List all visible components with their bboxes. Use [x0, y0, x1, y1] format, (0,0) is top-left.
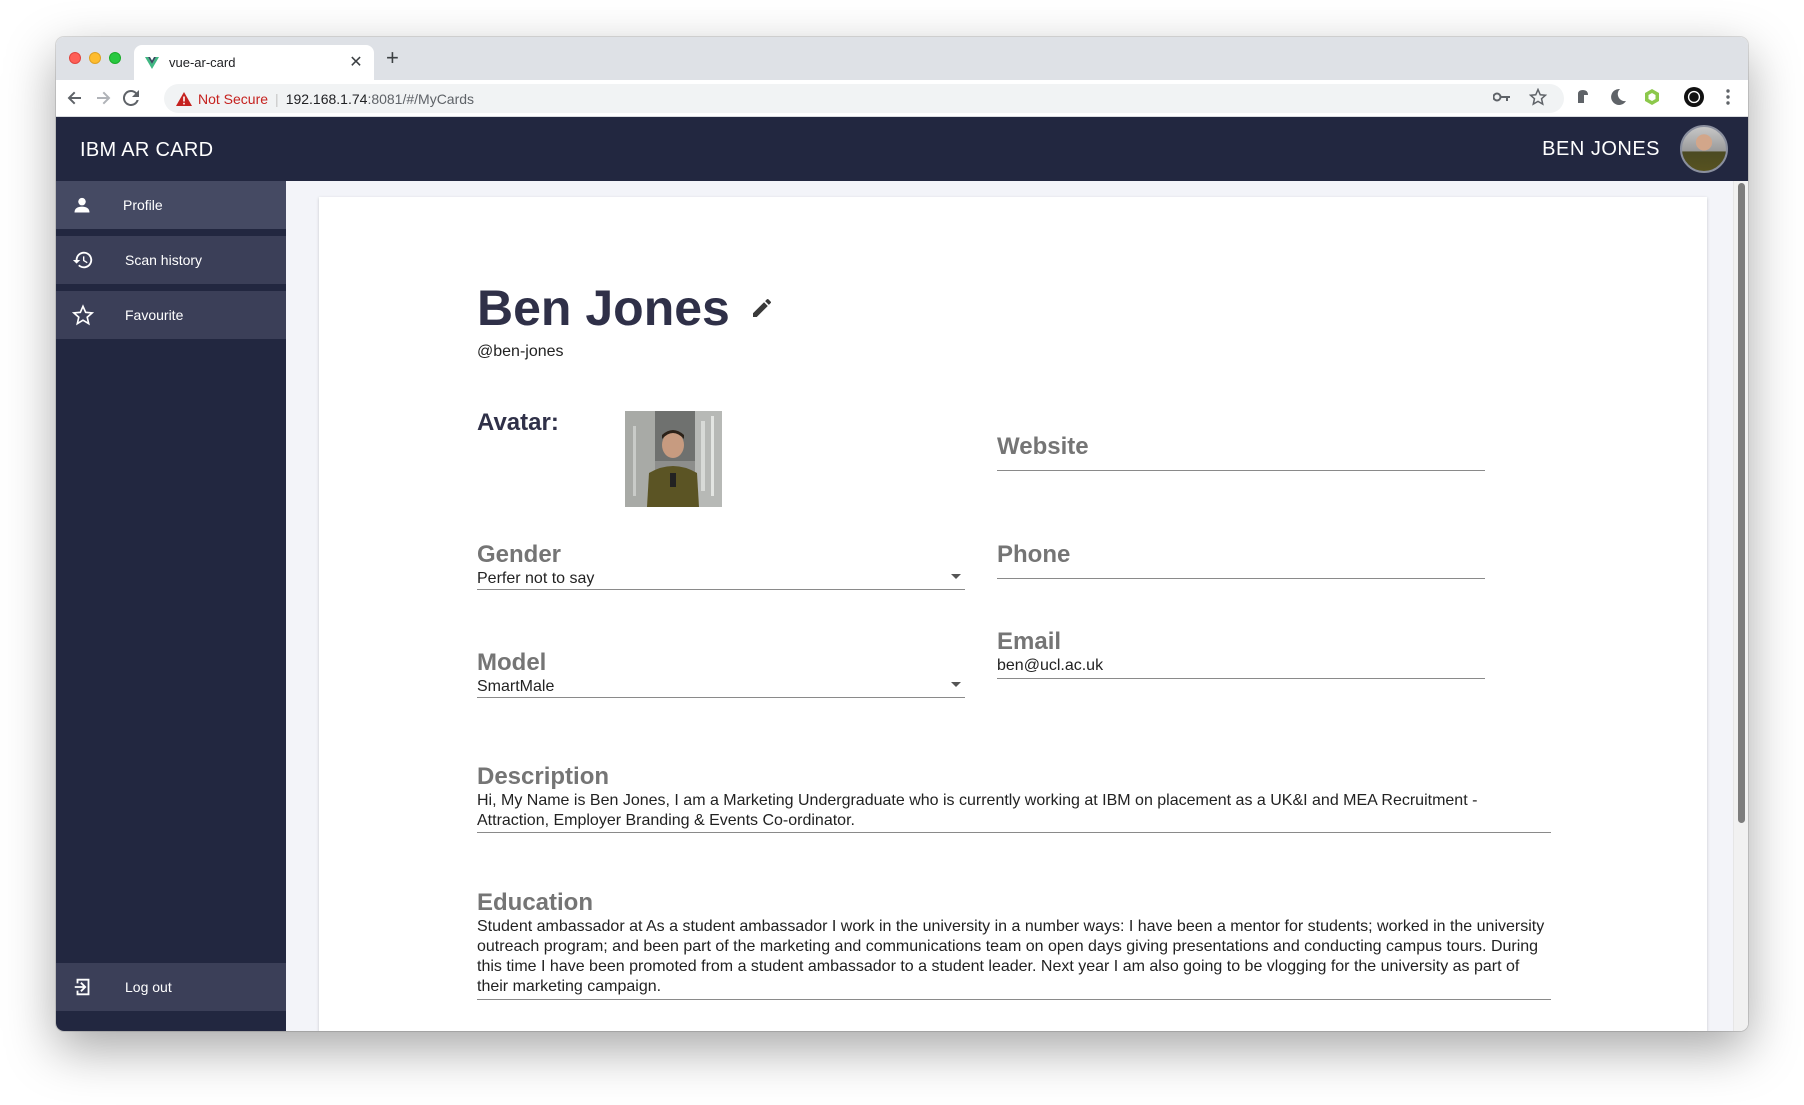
edit-pencil-icon[interactable]: [750, 296, 774, 320]
gender-select[interactable]: Gender Perfer not to say: [477, 541, 965, 590]
url-host: 192.168.1.74: [285, 90, 368, 107]
toolbar-icons: [1492, 87, 1738, 107]
website-label: Website: [997, 433, 1089, 460]
minimize-window-button[interactable]: [89, 52, 101, 64]
browser-toolbar: Not Secure | 192.168.1.74:8081/#/MyCards: [56, 80, 1748, 117]
sidebar-item-profile[interactable]: Profile: [56, 181, 286, 229]
close-window-button[interactable]: [69, 52, 81, 64]
tab-title: vue-ar-card: [169, 55, 236, 70]
vue-logo-icon: [145, 56, 159, 69]
logout-button[interactable]: Log out: [56, 963, 286, 1011]
model-value: SmartMale: [477, 678, 555, 695]
profile-avatar-icon[interactable]: [1684, 87, 1704, 107]
profile-handle: @ben-jones: [477, 343, 564, 360]
sidebar: Profile Scan history Favourite Log out: [56, 181, 286, 1031]
forward-icon[interactable]: [92, 87, 114, 109]
logout-label: Log out: [125, 979, 172, 995]
reload-icon[interactable]: [120, 87, 142, 109]
education-label: Education: [477, 889, 594, 916]
extension-icon[interactable]: [1574, 87, 1594, 107]
dark-mode-moon-icon[interactable]: [1608, 87, 1628, 107]
profile-name: Ben Jones: [477, 280, 730, 336]
description-field[interactable]: Description Hi, My Name is Ben Jones, I …: [477, 763, 1551, 833]
dropdown-arrow-icon[interactable]: [951, 682, 961, 687]
star-icon: [72, 304, 94, 326]
security-label[interactable]: Not Secure: [198, 91, 268, 107]
description-value: Hi, My Name is Ben Jones, I am a Marketi…: [477, 792, 1478, 829]
url-path: :8081/#/MyCards: [367, 90, 475, 107]
sidebar-item-label: Favourite: [125, 307, 184, 323]
sidebar-item-label: Scan history: [125, 252, 203, 268]
education-value: Student ambassador at As a student ambas…: [477, 918, 1545, 995]
browser-tab[interactable]: vue-ar-card ✕: [134, 45, 374, 80]
user-avatar[interactable]: [1680, 125, 1728, 173]
logout-icon: [74, 978, 90, 996]
sidebar-item-label: Profile: [123, 197, 163, 213]
email-value: ben@ucl.ac.uk: [997, 657, 1104, 674]
dropdown-arrow-icon[interactable]: [951, 574, 961, 579]
person-icon: [74, 197, 90, 213]
browser-window: vue-ar-card ✕ + Not Secure | 192.168.1.7…: [56, 37, 1748, 1031]
phone-field[interactable]: Phone: [997, 541, 1485, 579]
model-select[interactable]: Model SmartMale: [477, 649, 965, 698]
description-label: Description: [477, 763, 610, 790]
warning-icon: [176, 91, 192, 106]
name-row: Ben Jones: [477, 279, 774, 337]
email-label: Email: [997, 628, 1062, 655]
profile-card: Ben Jones @ben-jones Avatar: Website Gen…: [319, 197, 1707, 1031]
app-title: IBM AR CARD: [80, 139, 214, 161]
avatar-label: Avatar:: [477, 409, 559, 436]
sidebar-item-favourite[interactable]: Favourite: [56, 291, 286, 339]
app-bar: IBM AR CARD BEN JONES: [56, 117, 1748, 181]
email-field[interactable]: Email ben@ucl.ac.uk: [997, 628, 1485, 679]
main-content: Ben Jones @ben-jones Avatar: Website Gen…: [286, 181, 1733, 1031]
tab-strip: vue-ar-card ✕ +: [56, 37, 1748, 80]
page-scrollbar[interactable]: [1733, 181, 1748, 1031]
close-tab-icon[interactable]: ✕: [348, 54, 364, 71]
bookmark-star-icon[interactable]: [1528, 87, 1548, 107]
user-name[interactable]: BEN JONES: [1542, 138, 1660, 161]
key-icon[interactable]: [1492, 87, 1512, 107]
phone-label: Phone: [997, 541, 1071, 568]
menu-kebab-icon[interactable]: [1718, 87, 1738, 107]
model-label: Model: [477, 649, 547, 676]
new-tab-button[interactable]: +: [386, 47, 399, 69]
node-extension-icon[interactable]: [1642, 87, 1662, 107]
website-field[interactable]: Website: [997, 433, 1485, 471]
education-field[interactable]: Education Student ambassador at As a stu…: [477, 889, 1551, 1000]
back-icon[interactable]: [64, 87, 86, 109]
address-bar[interactable]: Not Secure | 192.168.1.74:8081/#/MyCards: [164, 84, 1564, 113]
gender-value: Perfer not to say: [477, 570, 595, 587]
maximize-window-button[interactable]: [109, 52, 121, 64]
gender-label: Gender: [477, 541, 562, 568]
avatar-image[interactable]: [625, 411, 722, 507]
sidebar-item-scan-history[interactable]: Scan history: [56, 236, 286, 284]
history-icon: [72, 251, 93, 269]
scrollbar-thumb[interactable]: [1738, 183, 1745, 823]
